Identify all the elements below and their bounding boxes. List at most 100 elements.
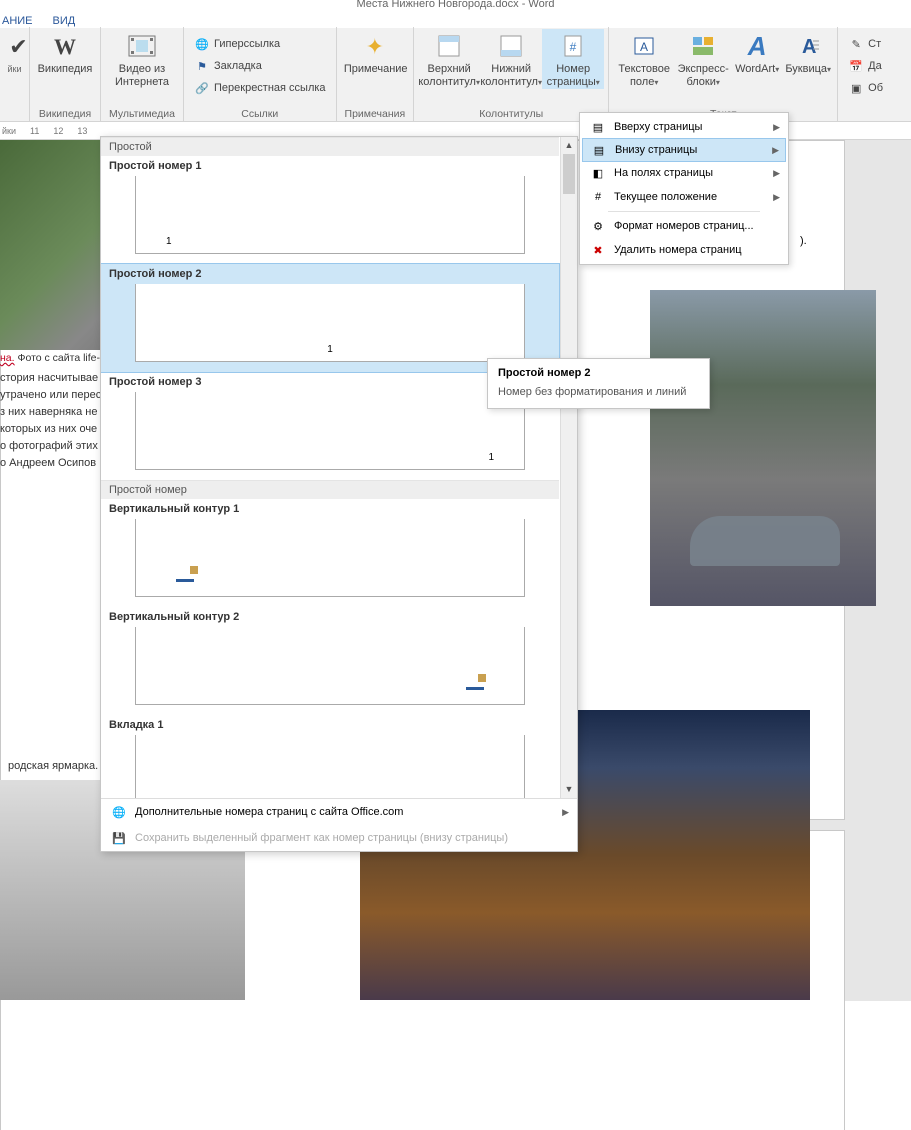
chevron-right-icon: ▶ xyxy=(773,192,780,203)
wikipedia-button[interactable]: WВикипедия xyxy=(34,29,96,76)
gallery-item-tab-1[interactable]: Вкладка 1 xyxy=(101,715,559,798)
menu-page-margins[interactable]: ◧На полях страницы▶ xyxy=(582,161,786,185)
chevron-right-icon: ▶ xyxy=(772,145,779,156)
gallery-item-vertical-1[interactable]: Вертикальный контур 1 xyxy=(101,499,559,607)
wordart-icon: A xyxy=(741,31,773,61)
preview-vertical-1 xyxy=(135,519,525,597)
preview-plain-2 xyxy=(135,284,525,362)
ribbon-tabs: АНИЕ ВИД xyxy=(0,14,911,28)
cross-reference-button[interactable]: 🔗Перекрестная ссылка xyxy=(188,77,332,99)
caption-2: родская ярмарка. xyxy=(8,760,98,772)
chevron-right-icon: ▶ xyxy=(562,807,569,818)
preview-plain-3 xyxy=(135,392,525,470)
object-icon: ▣ xyxy=(848,80,864,96)
caption-1: на. Фото с сайта life-p xyxy=(0,352,106,364)
gallery-item-plain-2[interactable]: Простой номер 2 xyxy=(101,263,560,373)
more-from-office-button[interactable]: 🌐Дополнительные номера страниц с сайта O… xyxy=(101,799,577,825)
menu-bottom-of-page[interactable]: ▤Внизу страницы▶ xyxy=(582,138,786,162)
wordart-button[interactable]: AWordArt▾ xyxy=(731,29,783,76)
signature-line-button[interactable]: ✎Ст xyxy=(842,33,889,55)
quick-parts-button[interactable]: Экспресс- блоки▾ xyxy=(675,29,731,89)
page-top-icon: ▤ xyxy=(588,121,608,134)
save-selection-button: 💾Сохранить выделенный фрагмент как номер… xyxy=(101,825,577,851)
ruler-frag: йки xyxy=(2,126,16,136)
group-header-footer: Колонтитулы xyxy=(475,107,547,121)
text-frag-paren: ). xyxy=(800,235,807,247)
group-comments: Примечания xyxy=(341,107,410,121)
svg-text:A: A xyxy=(640,40,648,54)
bookmark-flag-icon: ⚑ xyxy=(194,58,210,74)
page-number-menu: ▤Вверху страницы▶ ▤Внизу страницы▶ ◧На п… xyxy=(579,112,789,265)
signature-icon: ✎ xyxy=(848,36,864,52)
tooltip-body: Номер без форматирования и линий xyxy=(498,385,699,400)
page-number-icon: # xyxy=(557,31,589,61)
date-icon: 📅 xyxy=(848,58,864,74)
comment-icon: ✦ xyxy=(359,31,391,61)
comment-button[interactable]: ✦Примечание xyxy=(344,29,406,76)
text-box-icon: A xyxy=(628,31,660,61)
group-proofing xyxy=(11,107,19,121)
office-icon: 🌐 xyxy=(109,806,129,819)
menu-remove-page-numbers[interactable]: ✖Удалить номера страниц xyxy=(582,238,786,262)
cross-ref-icon: 🔗 xyxy=(194,80,210,96)
page-margin-icon: ◧ xyxy=(588,167,608,180)
scroll-thumb[interactable] xyxy=(563,154,575,194)
header-button[interactable]: Верхний колонтитул▾ xyxy=(418,29,480,89)
remove-icon: ✖ xyxy=(588,244,608,257)
current-pos-icon: # xyxy=(588,191,608,203)
online-video-button[interactable]: Видео из Интернета xyxy=(111,29,173,89)
preview-plain-1 xyxy=(135,176,525,254)
ruler-mark-13: 13 xyxy=(77,126,87,136)
bookmark-button[interactable]: ⚑Закладка xyxy=(188,55,332,77)
footer-button[interactable]: Нижний колонтитул▾ xyxy=(480,29,542,89)
gallery-header-simple: Простой xyxy=(101,137,559,156)
scroll-up-icon[interactable]: ▲ xyxy=(561,137,577,154)
header-icon xyxy=(433,31,465,61)
scroll-down-icon[interactable]: ▼ xyxy=(561,781,577,798)
chevron-right-icon: ▶ xyxy=(773,168,780,179)
menu-format-page-numbers[interactable]: ⚙Формат номеров страниц... xyxy=(582,214,786,238)
tooltip-title: Простой номер 2 xyxy=(498,367,699,379)
drop-cap-icon: A xyxy=(792,31,824,61)
text-box-button[interactable]: AТекстовое поле▾ xyxy=(613,29,675,89)
preview-vertical-2 xyxy=(135,627,525,705)
prov-arrow[interactable]: йки xyxy=(3,63,27,76)
group-media: Мультимедиа xyxy=(105,107,179,121)
quick-parts-icon xyxy=(687,31,719,61)
image-car-street[interactable] xyxy=(650,290,876,606)
hyperlink-button[interactable]: 🌐Гиперссылка xyxy=(188,33,332,55)
gallery-item-vertical-2[interactable]: Вертикальный контур 2 xyxy=(101,607,559,715)
wikipedia-icon: W xyxy=(49,31,81,61)
gallery-scrollbar[interactable]: ▲ ▼ xyxy=(560,137,577,798)
date-time-button[interactable]: 📅Да xyxy=(842,55,889,77)
object-button[interactable]: ▣Об xyxy=(842,77,889,99)
window-title: Места Нижнего Новгорода.docx - Word xyxy=(0,0,911,14)
chevron-right-icon: ▶ xyxy=(773,122,780,133)
menu-separator xyxy=(608,211,760,212)
svg-text:A: A xyxy=(802,36,816,58)
ruler-mark-11: 11 xyxy=(30,126,39,136)
preview-tab-1 xyxy=(135,735,525,798)
page-number-button[interactable]: #Номер страницы▾ xyxy=(542,29,604,89)
globe-link-icon: 🌐 xyxy=(194,36,210,52)
ribbon: ✔йки WВикипедия Википедия Видео из Интер… xyxy=(0,28,911,122)
page-number-gallery: Простой Простой номер 1 Простой номер 2 … xyxy=(100,136,578,852)
film-icon xyxy=(126,31,158,61)
svg-text:#: # xyxy=(570,40,577,54)
save-icon: 💾 xyxy=(109,832,129,845)
tab-fragment-1[interactable]: АНИЕ xyxy=(2,15,33,27)
menu-top-of-page[interactable]: ▤Вверху страницы▶ xyxy=(582,115,786,139)
group-links: Ссылки xyxy=(237,107,282,121)
footer-icon xyxy=(495,31,527,61)
group-wikipedia: Википедия xyxy=(35,107,95,121)
gallery-item-plain-1[interactable]: Простой номер 1 xyxy=(101,156,559,264)
gallery-header-plain-number: Простой номер xyxy=(101,480,559,499)
gallery-footer: 🌐Дополнительные номера страниц с сайта O… xyxy=(101,798,577,851)
drop-cap-button[interactable]: AБуквица▾ xyxy=(783,29,833,76)
ruler-mark-12: 12 xyxy=(53,126,63,136)
tab-view[interactable]: ВИД xyxy=(53,15,76,27)
page-bottom-icon: ▤ xyxy=(589,144,609,157)
menu-current-position[interactable]: #Текущее положение▶ xyxy=(582,185,786,209)
gallery-tooltip: Простой номер 2 Номер без форматирования… xyxy=(487,358,710,409)
format-icon: ⚙ xyxy=(588,220,608,233)
